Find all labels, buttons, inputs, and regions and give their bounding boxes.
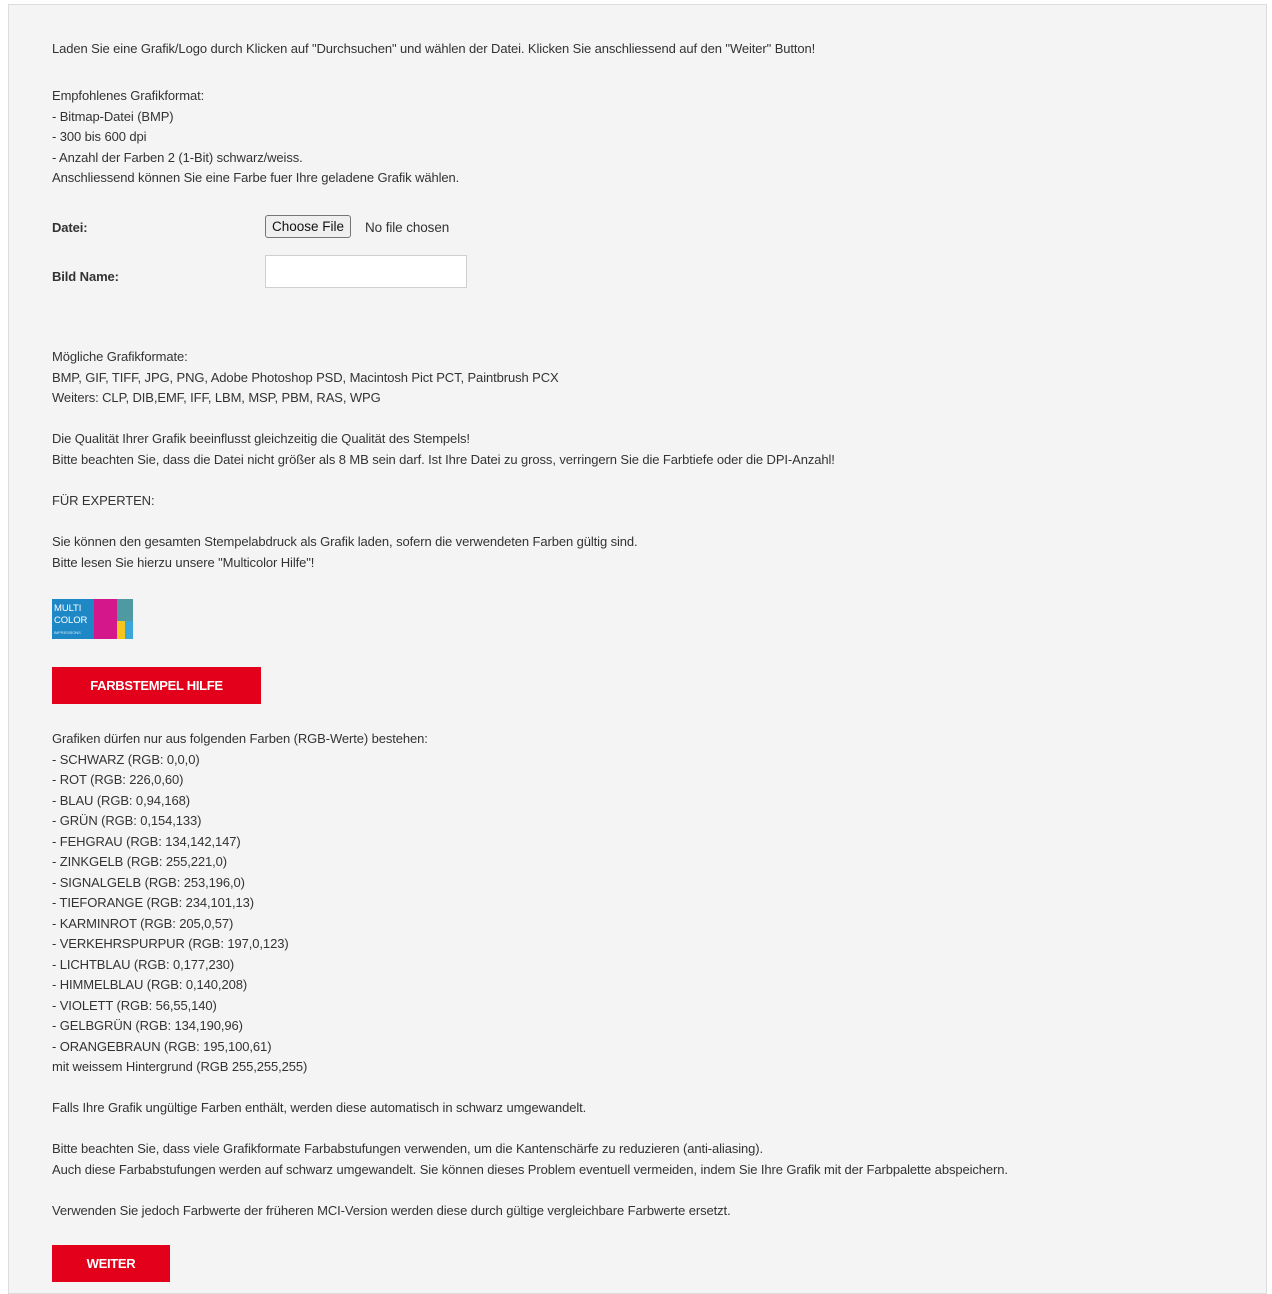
- allowed-colors: Grafiken dürfen nur aus folgenden Farben…: [52, 729, 428, 1078]
- color-item: - GRÜN (RGB: 0,154,133): [52, 813, 202, 828]
- logo-text-top: MULTI: [54, 603, 81, 614]
- antialias-line: Auch diese Farbabstufungen werden auf sc…: [52, 1161, 1008, 1177]
- format-line: Anschliessend können Sie eine Farbe fuer…: [52, 170, 460, 185]
- recommended-format: Empfohlenes Grafikformat: - Bitmap-Datei…: [52, 86, 459, 189]
- name-label: Bild Name:: [52, 269, 119, 284]
- invalid-colors-note: Falls Ihre Grafik ungültige Farben enthä…: [52, 1100, 587, 1115]
- experts-text: Sie können den gesamten Stempelabdruck a…: [52, 532, 638, 573]
- color-item: - BLAU (RGB: 0,94,168): [52, 792, 190, 808]
- color-item: - SIGNALGELB (RGB: 253,196,0): [52, 874, 245, 890]
- image-name-input[interactable]: [265, 255, 467, 288]
- experts-line: Bitte lesen Sie hierzu unsere "Multicolo…: [52, 554, 315, 570]
- antialias-note: Bitte beachten Sie, dass viele Grafikfor…: [52, 1139, 1008, 1180]
- instruction-text: Laden Sie eine Grafik/Logo durch Klicken…: [52, 41, 816, 56]
- antialias-line: Bitte beachten Sie, dass viele Grafikfor…: [52, 1141, 764, 1156]
- file-status: No file chosen: [365, 220, 450, 235]
- color-item: - ZINKGELB (RGB: 255,221,0): [52, 854, 228, 869]
- next-button[interactable]: WEITER: [52, 1245, 170, 1282]
- formats-line: Mögliche Grafikformate:: [52, 349, 188, 364]
- mci-note: Verwenden Sie jedoch Farbwerte der frühe…: [52, 1203, 731, 1218]
- formats-line: BMP, GIF, TIFF, JPG, PNG, Adobe Photosho…: [52, 369, 559, 385]
- experts-heading: FÜR EXPERTEN:: [52, 493, 155, 508]
- quality-note: Die Qualität Ihrer Grafik beeinflusst gl…: [52, 429, 835, 470]
- color-item: - ROT (RGB: 226,0,60): [52, 772, 184, 787]
- format-line: - 300 bis 600 dpi: [52, 129, 147, 144]
- color-item: - VIOLETT (RGB: 56,55,140): [52, 997, 217, 1013]
- colors-intro: Grafiken dürfen nur aus folgenden Farben…: [52, 731, 428, 746]
- formats-line: Weiters: CLP, DIB,EMF, IFF, LBM, MSP, PB…: [52, 390, 381, 405]
- color-item: - LICHTBLAU (RGB: 0,177,230): [52, 956, 235, 972]
- colors-background: mit weissem Hintergrund (RGB 255,255,255…: [52, 1059, 308, 1074]
- quality-line: Die Qualität Ihrer Grafik beeinflusst gl…: [52, 431, 470, 446]
- file-label: Datei:: [52, 220, 88, 235]
- color-item: - FEHGRAU (RGB: 134,142,147): [52, 833, 241, 849]
- experts-line: Sie können den gesamten Stempelabdruck a…: [52, 534, 638, 549]
- format-line: Empfohlenes Grafikformat:: [52, 88, 205, 103]
- upload-panel: Laden Sie eine Grafik/Logo durch Klicken…: [8, 4, 1267, 1294]
- color-item: - VERKEHRSPURPUR (RGB: 197,0,123): [52, 936, 289, 951]
- quality-line: Bitte beachten Sie, dass die Datei nicht…: [52, 451, 835, 467]
- color-item: - ORANGEBRAUN (RGB: 195,100,61): [52, 1038, 272, 1054]
- color-item: - HIMMELBLAU (RGB: 0,140,208): [52, 977, 248, 992]
- color-item: - GELBGRÜN (RGB: 134,190,96): [52, 1018, 243, 1033]
- format-line: - Bitmap-Datei (BMP): [52, 108, 174, 124]
- color-item: - KARMINROT (RGB: 205,0,57): [52, 915, 234, 931]
- farbstempel-help-button[interactable]: FARBSTEMPEL HILFE: [52, 667, 261, 704]
- color-item: - SCHWARZ (RGB: 0,0,0): [52, 751, 200, 767]
- logo-text-small: IMPRESSIONS: [54, 630, 81, 635]
- multicolor-logo[interactable]: MULTI COLOR IMPRESSIONS: [52, 599, 133, 639]
- choose-file-button[interactable]: Choose File: [265, 215, 352, 238]
- logo-text-bottom: COLOR: [54, 615, 88, 626]
- color-item: - TIEFORANGE (RGB: 234,101,13): [52, 895, 254, 910]
- possible-formats: Mögliche Grafikformate: BMP, GIF, TIFF, …: [52, 347, 559, 409]
- format-line: - Anzahl der Farben 2 (1-Bit) schwarz/we…: [52, 149, 303, 165]
